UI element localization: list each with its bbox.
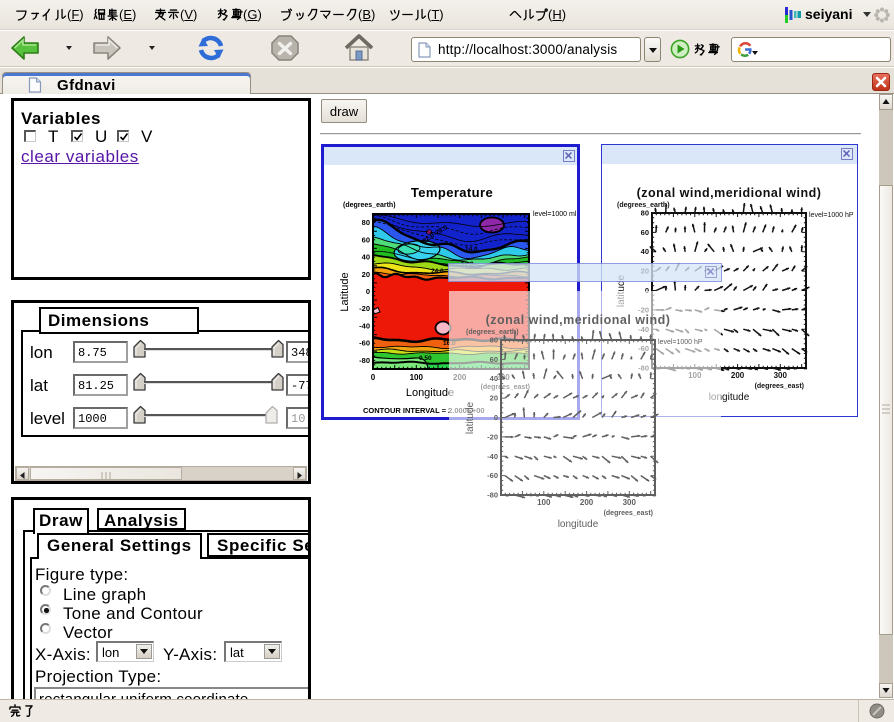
svg-text:0: 0 [494,413,498,422]
svg-text:-40: -40 [359,321,370,330]
svg-text:-20: -20 [359,304,370,313]
svg-text:-80: -80 [487,491,498,500]
svg-text:80: 80 [362,218,370,227]
svg-text:(degrees_east): (degrees_east) [604,510,653,517]
svg-text:-80: -80 [359,356,370,365]
svg-text:100: 100 [410,373,424,382]
svg-text:level=1000 hP: level=1000 hP [658,339,703,346]
svg-text:0: 0 [371,373,376,382]
svg-text:(degrees_east): (degrees_east) [755,383,804,390]
svg-text:60: 60 [490,355,498,364]
svg-text:40: 40 [641,247,649,256]
svg-text:Longitude: Longitude [406,387,454,399]
svg-text:Temperature: Temperature [411,185,493,200]
svg-text:longitude: longitude [558,519,599,530]
svg-text:80: 80 [490,336,498,345]
svg-text:-40: -40 [487,452,498,461]
svg-text:(zonal wind,meridional wind): (zonal wind,meridional wind) [637,186,822,200]
svg-text:0.50: 0.50 [419,355,432,362]
svg-text:300: 300 [623,498,637,507]
svg-text:-60: -60 [359,339,370,348]
svg-text:level=1000 ml: level=1000 ml [533,211,577,218]
svg-text:60: 60 [641,228,649,237]
svg-text:200: 200 [580,498,594,507]
svg-text:100: 100 [537,498,551,507]
svg-text:Latitude: Latitude [339,272,351,311]
svg-text:24.0: 24.0 [431,268,444,275]
svg-text:40: 40 [490,374,498,383]
svg-text:300: 300 [774,371,788,380]
svg-text:14.0: 14.0 [465,246,478,253]
svg-text:20: 20 [490,394,498,403]
svg-text:60: 60 [362,235,370,244]
svg-text:200: 200 [731,371,745,380]
svg-text:latitude: latitude [465,401,476,434]
svg-text:(degrees_earth): (degrees_earth) [343,202,396,209]
svg-text:80: 80 [641,209,649,218]
svg-text:level=1000 hP: level=1000 hP [809,212,854,219]
svg-text:-60: -60 [487,471,498,480]
svg-text:40: 40 [362,253,370,262]
svg-text:-20: -20 [487,432,498,441]
svg-text:(zonal wind,meridional wind): (zonal wind,meridional wind) [486,313,671,327]
svg-text:20: 20 [362,270,370,279]
svg-text:0: 0 [366,287,370,296]
